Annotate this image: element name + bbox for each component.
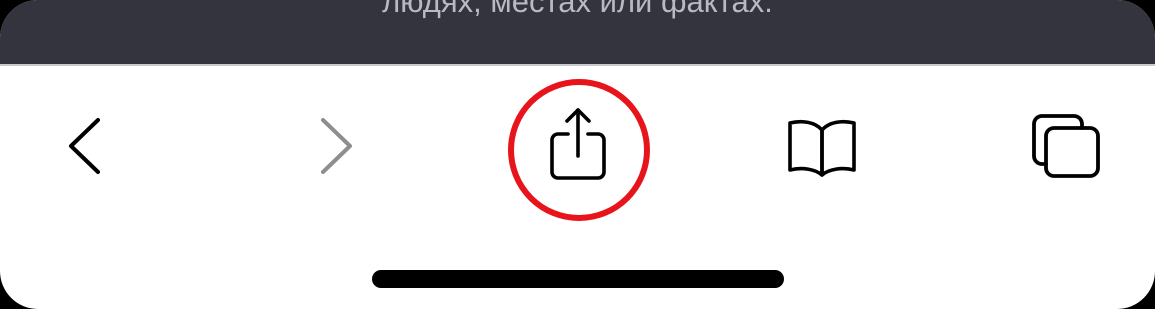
- home-indicator[interactable]: [372, 270, 784, 288]
- chevron-right-icon: [321, 118, 352, 174]
- back-button[interactable]: [50, 106, 120, 196]
- bottom-toolbar: [0, 66, 1155, 226]
- chevron-left-icon: [69, 118, 100, 174]
- forward-button[interactable]: [300, 106, 370, 196]
- share-button[interactable]: [538, 102, 618, 182]
- page-text: людях, местах или фактах.: [382, 0, 773, 19]
- tabs-button[interactable]: [1026, 108, 1106, 188]
- book-icon: [788, 119, 856, 177]
- web-content-area[interactable]: людях, местах или фактах.: [0, 0, 1155, 64]
- share-icon: [550, 108, 606, 180]
- bookmarks-button[interactable]: [782, 112, 862, 182]
- tabs-icon: [1032, 114, 1100, 178]
- safari-bottom-bar-screenshot: людях, местах или фактах.: [0, 0, 1155, 309]
